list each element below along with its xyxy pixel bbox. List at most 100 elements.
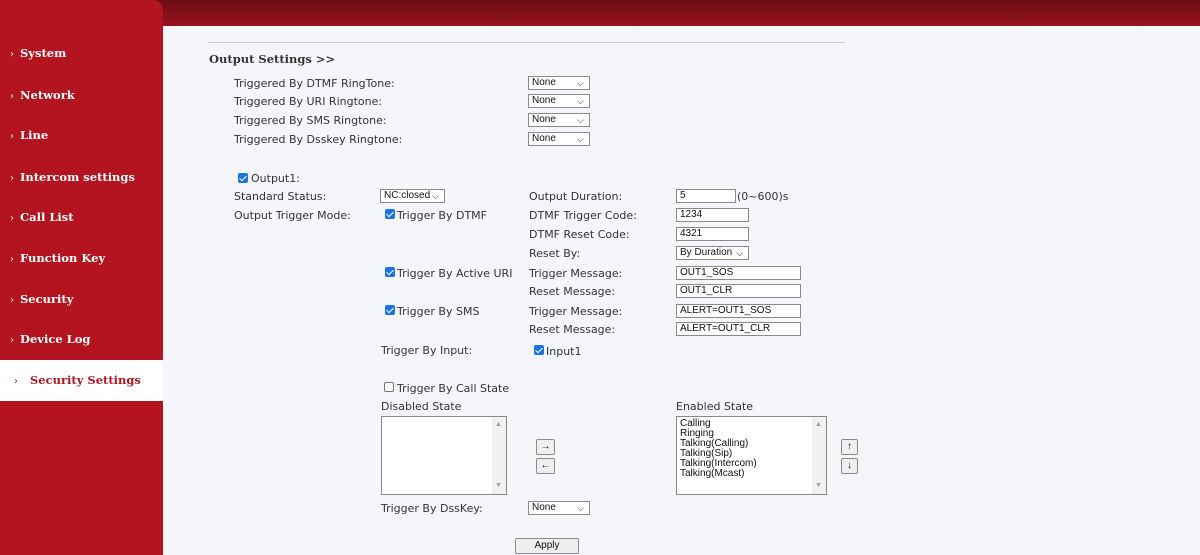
sidebar: › System › Network › Line › Intercom setting… (0, 0, 163, 555)
chevron-right-icon: › (10, 173, 14, 184)
chevron-down-icon: ⌵ (577, 115, 584, 125)
trigger-call-state-checkbox[interactable] (384, 382, 394, 392)
trigger-sms-label: Trigger By SMS (397, 305, 480, 318)
sidebar-item-security-settings[interactable]: › Security Settings (0, 360, 163, 401)
chevron-right-icon: › (10, 49, 14, 60)
scroll-up-icon: ▲ (815, 421, 822, 428)
trigger-by-dsskey-label: Trigger By DssKey: (381, 502, 483, 515)
top-banner (0, 0, 1200, 26)
chevron-right-icon: › (14, 376, 18, 387)
chevron-right-icon: › (10, 213, 14, 224)
output1-checkbox[interactable] (238, 173, 248, 183)
sidebar-item-label: Security (20, 292, 74, 306)
sidebar-item-function-key[interactable]: › Function Key (0, 238, 163, 279)
move-right-button[interactable]: → (536, 439, 555, 455)
scroll-up-icon: ▲ (495, 421, 502, 428)
uri-ringtone-label: Triggered By URI Ringtone: (234, 95, 383, 108)
input1-checkbox[interactable] (534, 345, 544, 355)
disabled-state-list[interactable]: ▲ ▼ (381, 416, 507, 495)
chevron-right-icon: › (10, 335, 14, 346)
sms-ringtone-label: Triggered By SMS Ringtone: (234, 114, 387, 127)
output-duration-input[interactable]: 5 (676, 189, 736, 203)
sidebar-item-device-log[interactable]: › Device Log (0, 319, 163, 360)
sidebar-item-call-list[interactable]: › Call List (0, 197, 163, 238)
chevron-down-icon: ⌵ (577, 134, 584, 144)
select-value: None (532, 77, 556, 88)
move-left-button[interactable]: ← (536, 458, 555, 474)
sidebar-item-system[interactable]: › System (0, 33, 163, 74)
output-duration-range: (0~600)s (737, 190, 789, 203)
input1-label: Input1 (546, 345, 582, 358)
select-value: NC:closed (384, 190, 431, 201)
trigger-by-dsskey-select[interactable]: None ⌵ (528, 501, 590, 515)
sms-ringtone-select[interactable]: None ⌵ (528, 113, 590, 127)
trigger-uri-checkbox[interactable] (385, 267, 395, 277)
chevron-right-icon: › (10, 131, 14, 142)
trigger-uri-label: Trigger By Active URI (397, 267, 513, 280)
sidebar-item-label: Line (20, 128, 49, 142)
select-value: By Duration (680, 247, 733, 258)
sidebar-item-intercom-settings[interactable]: › Intercom settings (0, 157, 163, 198)
move-up-button[interactable]: ↑ (841, 439, 858, 455)
trigger-call-state-label: Trigger By Call State (397, 382, 510, 395)
chevron-down-icon: ⌵ (432, 191, 439, 201)
main-content: Output Settings >> Triggered By DTMF Rin… (163, 26, 1200, 555)
sidebar-item-label: System (20, 46, 67, 60)
trigger-dtmf-label: Trigger By DTMF (397, 209, 487, 222)
dtmf-trigger-code-input[interactable]: 1234 (676, 208, 749, 222)
sms-reset-message-label: Reset Message: (529, 323, 616, 336)
sidebar-item-line[interactable]: › Line (0, 115, 163, 156)
trigger-by-input-label: Trigger By Input: (381, 344, 473, 357)
standard-status-label: Standard Status: (234, 190, 327, 203)
dtmf-reset-code-label: DTMF Reset Code: (529, 228, 630, 241)
uri-reset-message-input[interactable]: OUT1_CLR (676, 284, 801, 298)
enabled-state-label: Enabled State (676, 400, 754, 413)
chevron-down-icon: ⌵ (577, 96, 584, 106)
chevron-down-icon: ⌵ (577, 78, 584, 88)
list-scrollbar[interactable]: ▲ ▼ (812, 417, 826, 494)
trigger-sms-checkbox[interactable] (385, 305, 395, 315)
sms-trigger-message-label: Trigger Message: (529, 305, 623, 318)
select-value: None (532, 114, 556, 125)
dsskey-ringtone-label: Triggered By Dsskey Ringtone: (234, 133, 403, 146)
sms-trigger-message-input[interactable]: ALERT=OUT1_SOS (676, 304, 801, 318)
trigger-mode-label: Output Trigger Mode: (234, 209, 351, 222)
sidebar-item-label: Security Settings (30, 373, 141, 387)
sidebar-item-label: Device Log (20, 332, 91, 346)
dtmf-reset-code-input[interactable]: 4321 (676, 227, 749, 241)
dtmf-ringtone-select[interactable]: None ⌵ (528, 76, 590, 90)
select-value: None (532, 95, 556, 106)
output1-label: Output1: (251, 172, 300, 185)
sidebar-item-security[interactable]: › Security (0, 279, 163, 320)
chevron-right-icon: › (10, 91, 14, 102)
enabled-state-list[interactable]: Calling Ringing Talking(Calling) Talking… (676, 416, 827, 495)
uri-trigger-message-label: Trigger Message: (529, 267, 623, 280)
dsskey-ringtone-select[interactable]: None ⌵ (528, 132, 590, 146)
uri-ringtone-select[interactable]: None ⌵ (528, 94, 590, 108)
output-duration-label: Output Duration: (529, 190, 623, 203)
scroll-down-icon: ▼ (815, 482, 822, 489)
chevron-down-icon: ⌵ (577, 503, 584, 513)
sidebar-item-label: Intercom settings (20, 170, 135, 184)
dtmf-ringtone-label: Triggered By DTMF RingTone: (234, 77, 395, 90)
sms-reset-message-input[interactable]: ALERT=OUT1_CLR (676, 322, 801, 336)
list-scrollbar[interactable]: ▲ ▼ (492, 417, 506, 494)
list-item[interactable]: Talking(Mcast) (680, 469, 826, 479)
select-value: None (532, 133, 556, 144)
sidebar-item-label: Network (20, 88, 75, 102)
select-value: None (532, 502, 556, 513)
uri-reset-message-label: Reset Message: (529, 285, 616, 298)
apply-button[interactable]: Apply (515, 538, 579, 554)
trigger-dtmf-checkbox[interactable] (385, 209, 395, 219)
sidebar-item-network[interactable]: › Network (0, 75, 163, 116)
chevron-right-icon: › (10, 254, 14, 265)
uri-trigger-message-input[interactable]: OUT1_SOS (676, 266, 801, 280)
chevron-right-icon: › (10, 295, 14, 306)
move-down-button[interactable]: ↓ (841, 458, 858, 474)
reset-by-select[interactable]: By Duration ⌵ (676, 246, 749, 260)
section-divider (208, 42, 845, 43)
scroll-down-icon: ▼ (495, 482, 502, 489)
standard-status-select[interactable]: NC:closed ⌵ (380, 189, 445, 203)
chevron-down-icon: ⌵ (736, 248, 743, 258)
disabled-state-label: Disabled State (381, 400, 462, 413)
